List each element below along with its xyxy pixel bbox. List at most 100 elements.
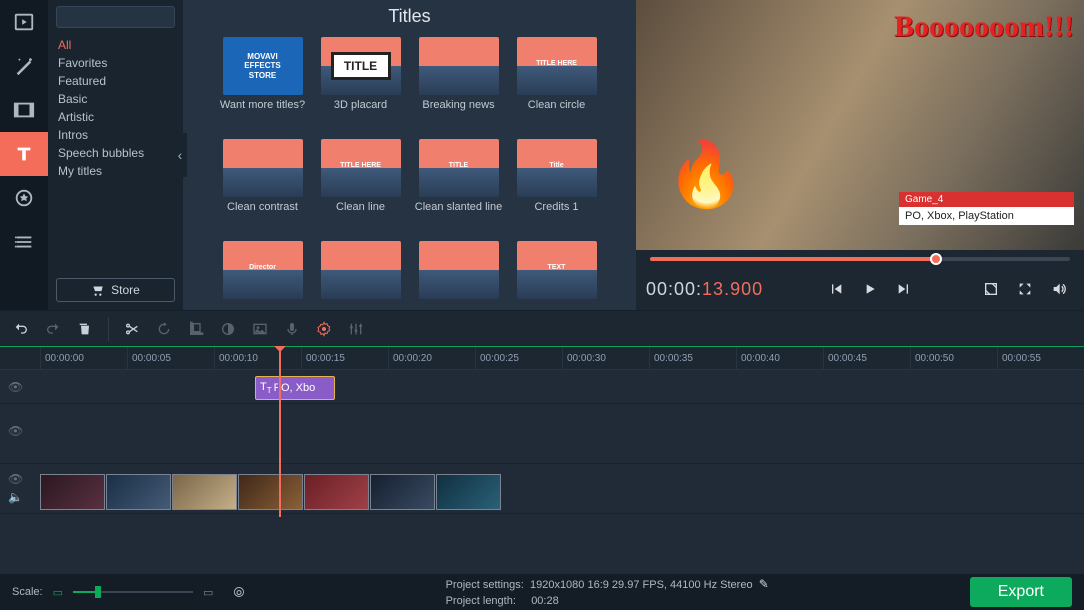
- color-adjust-button[interactable]: [213, 315, 243, 343]
- titles-gallery: ‹ Titles MOVAVIEFFECTSSTOREWant more tit…: [183, 0, 636, 310]
- rotate-button[interactable]: [149, 315, 179, 343]
- tool-media[interactable]: [0, 0, 48, 44]
- title-preset[interactable]: TITLEClean slanted line: [414, 139, 504, 227]
- title-preset[interactable]: TITLE HEREClean circle: [512, 37, 602, 125]
- playhead[interactable]: [279, 347, 281, 517]
- play-button[interactable]: [855, 274, 885, 304]
- category-artistic[interactable]: Artistic: [48, 108, 183, 126]
- scale-label: Scale:: [12, 586, 43, 598]
- video-clip[interactable]: [40, 474, 105, 510]
- store-button[interactable]: Store: [56, 278, 175, 302]
- preset-label: 3D placard: [334, 99, 387, 125]
- scale-slider[interactable]: [73, 588, 193, 596]
- category-all[interactable]: All: [48, 36, 183, 54]
- category-speech-bubbles[interactable]: Speech bubbles: [48, 144, 183, 162]
- preview-canvas[interactable]: Booooooom!!! 🔥 Game_4 PO, Xbox, PlayStat…: [636, 0, 1084, 250]
- fit-timeline-icon[interactable]: ⦾: [233, 584, 244, 601]
- preview-seek-slider[interactable]: [636, 250, 1084, 268]
- track-visibility-icon[interactable]: 👁: [8, 424, 23, 438]
- preset-label: Credits 1: [534, 201, 578, 227]
- status-bar: Scale: ▭ ▭ ⦾ Project settings: 1920x1080…: [0, 574, 1084, 610]
- tool-filters[interactable]: [0, 88, 48, 132]
- export-button[interactable]: Export: [970, 577, 1072, 607]
- fullscreen-button[interactable]: [1010, 274, 1040, 304]
- crop-button[interactable]: [181, 315, 211, 343]
- tracks-area[interactable]: 👁 TT PO, Xbo 👁 👁 🔈: [0, 370, 1084, 574]
- snapshot-button[interactable]: [976, 274, 1006, 304]
- video-clip[interactable]: [436, 474, 501, 510]
- preset-label: Clean slanted line: [415, 201, 502, 227]
- title-clip[interactable]: TT PO, Xbo: [255, 376, 335, 400]
- track-visibility-icon[interactable]: 👁: [8, 472, 23, 486]
- category-list: All Favorites Featured Basic Artistic In…: [48, 34, 183, 270]
- title-preset[interactable]: MOVAVIEFFECTSSTOREWant more titles?: [218, 37, 308, 125]
- ruler-mark: 00:00:20: [388, 347, 475, 369]
- preset-label: Breaking news: [422, 99, 494, 125]
- title-track[interactable]: 👁 TT PO, Xbo: [0, 370, 1084, 404]
- ruler-mark: 00:00:35: [649, 347, 736, 369]
- track-visibility-icon[interactable]: 👁: [8, 380, 23, 394]
- video-clip[interactable]: [370, 474, 435, 510]
- category-basic[interactable]: Basic: [48, 90, 183, 108]
- tool-more[interactable]: [0, 220, 48, 264]
- undo-button[interactable]: [6, 315, 36, 343]
- video-clips-row: [40, 471, 1084, 513]
- cart-icon: [91, 283, 105, 297]
- overlay-fire-icon: 🔥: [666, 137, 746, 212]
- ruler-mark: 00:00:40: [736, 347, 823, 369]
- title-preset[interactable]: [316, 241, 406, 310]
- preset-label: Clean contrast: [227, 201, 298, 227]
- redo-button[interactable]: [38, 315, 68, 343]
- title-preset[interactable]: TEXT: [512, 241, 602, 310]
- video-clip[interactable]: [238, 474, 303, 510]
- category-favorites[interactable]: Favorites: [48, 54, 183, 72]
- scale-zoom-in-icon[interactable]: ▭: [203, 586, 213, 599]
- volume-button[interactable]: [1044, 274, 1074, 304]
- ruler-mark: 00:00:45: [823, 347, 910, 369]
- category-intros[interactable]: Intros: [48, 126, 183, 144]
- ruler-mark: 00:00:50: [910, 347, 997, 369]
- photo-button[interactable]: [245, 315, 275, 343]
- video-track[interactable]: 👁 🔈: [0, 464, 1084, 514]
- preset-label: Clean circle: [528, 99, 585, 125]
- next-frame-button[interactable]: [889, 274, 919, 304]
- mic-button[interactable]: [277, 315, 307, 343]
- search-box[interactable]: ✕: [56, 6, 175, 28]
- title-preset[interactable]: TitleCredits 1: [512, 139, 602, 227]
- title-preset[interactable]: [414, 241, 504, 310]
- video-clip[interactable]: [106, 474, 171, 510]
- equalizer-button[interactable]: [341, 315, 371, 343]
- scale-zoom-out-icon[interactable]: ▭: [53, 586, 63, 599]
- time-ruler[interactable]: 00:00:00 00:00:05 00:00:10 00:00:15 00:0…: [0, 346, 1084, 370]
- tool-wand[interactable]: [0, 44, 48, 88]
- preview-panel: Booooooom!!! 🔥 Game_4 PO, Xbox, PlayStat…: [636, 0, 1084, 310]
- tool-column: [0, 0, 48, 310]
- title-preset[interactable]: Clean contrast: [218, 139, 308, 227]
- category-my-titles[interactable]: My titles: [48, 162, 183, 180]
- timecode-display: 00:00:13.900: [646, 279, 763, 300]
- store-label: Store: [111, 283, 140, 297]
- edit-settings-icon[interactable]: ✎: [759, 577, 769, 591]
- tool-stickers[interactable]: [0, 176, 48, 220]
- title-preset[interactable]: TITLE HEREClean line: [316, 139, 406, 227]
- ruler-mark: 00:00:30: [562, 347, 649, 369]
- title-preset[interactable]: Breaking news: [414, 37, 504, 125]
- video-clip[interactable]: [172, 474, 237, 510]
- prev-frame-button[interactable]: [821, 274, 851, 304]
- overlay-track[interactable]: 👁: [0, 404, 1084, 464]
- seek-knob[interactable]: [930, 253, 942, 265]
- gallery-title: Titles: [183, 0, 636, 33]
- delete-button[interactable]: [70, 315, 100, 343]
- ruler-mark: 00:00:00: [40, 347, 127, 369]
- title-preset[interactable]: TITLE3D placard: [316, 37, 406, 125]
- split-button[interactable]: [117, 315, 147, 343]
- collapse-panel-button[interactable]: ‹: [173, 133, 187, 177]
- tool-titles[interactable]: [0, 132, 48, 176]
- track-mute-icon[interactable]: 🔈: [8, 490, 23, 504]
- ruler-mark: 00:00:25: [475, 347, 562, 369]
- category-featured[interactable]: Featured: [48, 72, 183, 90]
- video-clip[interactable]: [304, 474, 369, 510]
- title-preset[interactable]: Director: [218, 241, 308, 310]
- clip-properties-button[interactable]: [309, 315, 339, 343]
- lower-third-title: Game_4: [899, 192, 1074, 207]
